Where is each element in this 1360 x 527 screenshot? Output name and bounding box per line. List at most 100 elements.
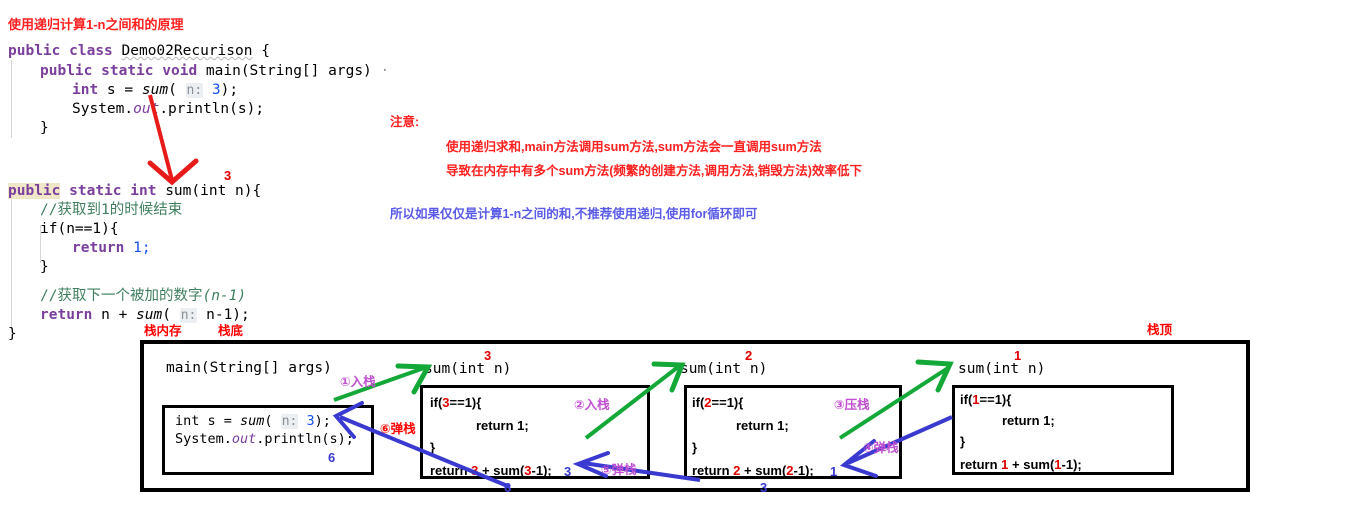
method-name-main: main — [205, 63, 241, 79]
keyword-static-2: static — [69, 183, 122, 199]
editor-line-return-one[interactable]: return 1; — [72, 239, 151, 259]
label-stack-memory: 栈内存 — [144, 324, 182, 338]
frame-main-result: 6 — [328, 450, 336, 465]
main-params: (String[] args) — [240, 63, 372, 79]
f3-if-n: 2 — [704, 395, 712, 410]
f3-ret-kw: return — [692, 463, 734, 478]
comment-next-number: //获取下一个被加的数字(n-1) — [40, 287, 246, 307]
f2-ret-kw: return — [430, 463, 472, 478]
keyword-void: void — [162, 63, 198, 79]
keyword-return: return — [72, 240, 125, 256]
f4-if-a: if( — [960, 392, 973, 407]
f3-if-a: if( — [692, 395, 705, 410]
f3-ret-tail: -1); — [793, 463, 814, 478]
comment-text: //获取下一个被加的数字 — [40, 288, 203, 304]
brace-close-main: } — [40, 120, 49, 136]
param-hint-n: n: — [185, 83, 204, 98]
label-stack-bottom: 栈底 — [218, 324, 244, 338]
notes-blue-line-1: 所以如果仅仅是计算1-n之间的和,不推荐使用递归,使用for循环即可 — [390, 207, 758, 221]
frame-3-return-inner: return 1; — [736, 418, 789, 433]
frame-header-text-2: sum(int n) — [424, 361, 512, 377]
frame-header-sum-3: sum(int n) — [424, 361, 511, 377]
indent-guide-2 — [11, 185, 12, 330]
frame-header-sum-1: sum(int n) — [958, 361, 1045, 377]
arrow-label-pop-6: ⑥弹栈 — [380, 422, 416, 436]
frame-header-text: main(String[] args) — [166, 360, 332, 376]
arrow-label-push-1: ①入栈 — [340, 375, 376, 389]
main-call-tail: ); — [314, 413, 331, 429]
f4-ret-kw: return — [960, 457, 1002, 472]
f3-ret-n2: 2 — [786, 463, 794, 478]
method-name-sum: sum — [165, 183, 192, 199]
frame-4-return-inner: return 1; — [1002, 413, 1055, 428]
f2-ret-tail: -1); — [531, 463, 552, 478]
param-hint-n-2: n: — [179, 308, 198, 323]
f2-if-n: 3 — [442, 395, 450, 410]
return-expr: n + — [92, 307, 137, 323]
keyword-int-2: int — [130, 183, 157, 199]
main-hint-n: n: — [280, 414, 299, 429]
main-call-sum: sum — [240, 413, 265, 429]
keyword-return-2: return — [40, 307, 93, 323]
call-sum: sum — [141, 82, 169, 98]
editor-line-close-sum[interactable]: } — [8, 325, 17, 345]
editor-line-sum-sig[interactable]: public static int sum(int n){ — [8, 182, 261, 202]
main-field-out: out — [231, 431, 257, 447]
editor-line-println[interactable]: System.out.println(s); — [72, 100, 264, 120]
brace-close-sum: } — [8, 326, 17, 342]
comment-italic: (n-1) — [202, 288, 247, 304]
frame-3-close: } — [692, 440, 698, 455]
if-condition: if(n==1){ — [40, 221, 119, 237]
println-tail: .println(s); — [159, 101, 265, 117]
editor-line-main[interactable]: public static void main(String[] args) · — [40, 62, 389, 82]
editor-line-int-s[interactable]: int s = sum( n: 3); — [72, 81, 238, 101]
keyword-public-2: public — [40, 63, 93, 79]
class-name: Demo02Recurison — [121, 43, 253, 59]
notes-red-line-2: 导致在内存中有多个sum方法(频繁的创建方法,调用方法,销毁方法)效率低下 — [446, 164, 862, 178]
arrow-label-push-3: ③压栈 — [834, 398, 870, 412]
field-out: out — [133, 101, 160, 117]
frame-4-if: if(1==1){ — [960, 392, 1011, 407]
frame-header-sum-2: sum(int n) — [680, 361, 767, 377]
frame-2-result-right: 3 — [564, 464, 572, 479]
f3-ret-mid: + sum( — [740, 463, 787, 478]
arrow-label-push-2: ②入栈 — [574, 398, 610, 412]
frame-header-text-4: sum(int n) — [958, 361, 1046, 377]
sum-params: (int n){ — [191, 183, 262, 199]
f3-if-b: ==1){ — [711, 395, 744, 410]
f2-ret-n2: 3 — [524, 463, 532, 478]
keyword-static: static — [101, 63, 154, 79]
editor-line-if[interactable]: if(n==1){ — [40, 220, 119, 240]
label-stack-top: 栈顶 — [1147, 323, 1173, 337]
indent-guide-1 — [11, 60, 12, 138]
annotation-3-top: 3 — [224, 168, 232, 183]
brace-close-if: } — [40, 259, 49, 275]
notes-red-line-1: 使用递归求和,main方法调用sum方法,sum方法会一直调用sum方法 — [446, 140, 822, 154]
frame-2-return: return 3 + sum(3-1); — [430, 463, 552, 478]
f4-ret-n2: 1 — [1054, 457, 1062, 472]
frame-header-text-3: sum(int n) — [680, 361, 768, 377]
editor-line-close-main[interactable]: } — [40, 119, 49, 139]
frame-4-close: } — [960, 434, 966, 449]
frame-3-if: if(2==1){ — [692, 395, 743, 410]
f4-if-n: 1 — [972, 392, 980, 407]
frame-2-result-below: 6 — [504, 480, 512, 495]
comment-end-at-one: //获取到1的时候结束 — [40, 202, 183, 218]
editor-line-class[interactable]: public class Demo02Recurison { — [8, 42, 270, 62]
frame-2-close: } — [430, 440, 436, 455]
keyword-class: class — [69, 43, 113, 59]
frame-main-line-2: System.out.println(s); — [175, 431, 354, 447]
f2-if-b: ==1){ — [449, 395, 482, 410]
var-decl: s = — [98, 82, 142, 98]
f4-ret-tail: -1); — [1061, 457, 1082, 472]
editor-line-close-if[interactable]: } — [40, 258, 49, 278]
keyword-int: int — [72, 82, 99, 98]
frame-2-return-inner: return 1; — [476, 418, 529, 433]
keyword-public: public — [8, 43, 61, 59]
arg-3: 3 — [211, 82, 221, 98]
keyword-public-3: public — [8, 183, 61, 199]
frame-3-result-right: 1 — [830, 464, 838, 479]
notes-heading: 注意: — [390, 115, 420, 129]
frame-main-line-1: int s = sum( n: 3); — [175, 413, 331, 429]
system-prefix: System. — [72, 101, 134, 117]
